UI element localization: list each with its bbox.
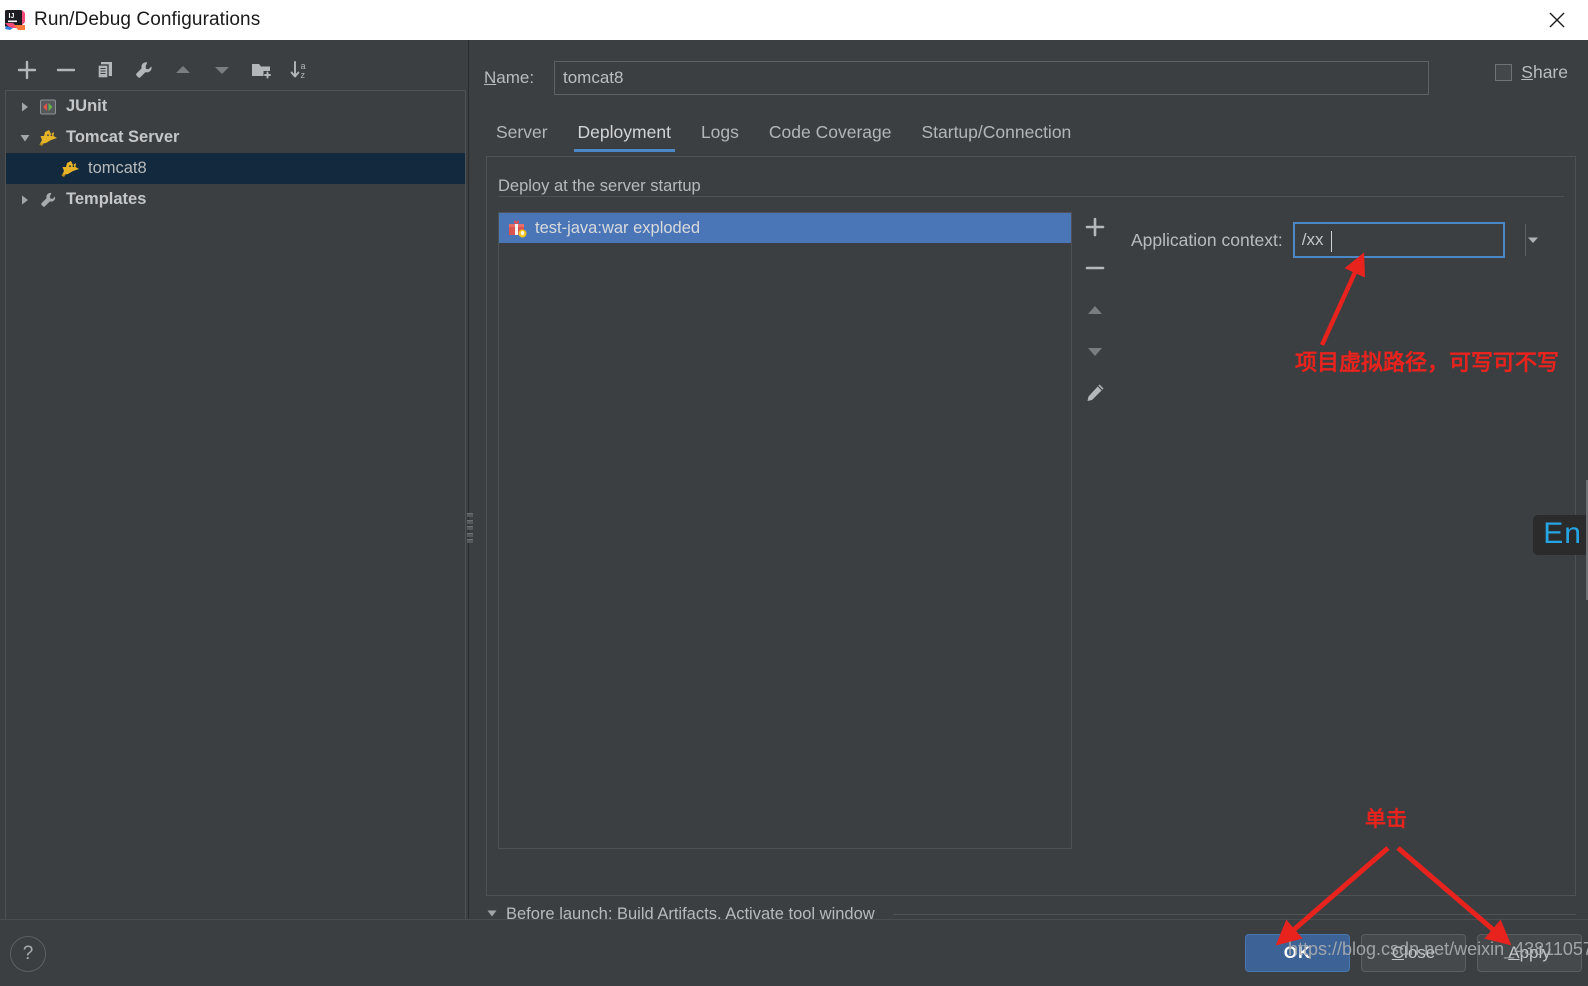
configurations-toolbar: a z bbox=[0, 48, 480, 92]
grip-dot bbox=[467, 526, 473, 530]
tree-item-junit[interactable]: JUnit bbox=[6, 91, 465, 122]
tab-logs[interactable]: Logs bbox=[701, 122, 739, 152]
copy-configuration-button[interactable] bbox=[88, 53, 122, 87]
sort-az-icon[interactable]: a z bbox=[283, 53, 317, 87]
configuration-tabs[interactable]: Server Deployment Logs Code Coverage Sta… bbox=[474, 112, 1588, 152]
tab-server[interactable]: Server bbox=[496, 122, 548, 152]
artifact-gift-icon bbox=[507, 218, 527, 238]
move-down-button[interactable] bbox=[205, 53, 239, 87]
artifact-list-buttons[interactable] bbox=[1075, 210, 1115, 410]
tree-item-tomcat8[interactable]: tomcat8 bbox=[6, 153, 465, 184]
name-label-rest: ame: bbox=[496, 68, 535, 87]
chevron-right-icon[interactable] bbox=[14, 91, 36, 122]
ok-button[interactable]: OK bbox=[1245, 934, 1350, 972]
apply-mnemonic: A bbox=[1508, 943, 1520, 962]
splitter-line bbox=[468, 40, 469, 920]
panel-splitter[interactable] bbox=[466, 40, 474, 920]
tab-startup-connection[interactable]: Startup/Connection bbox=[921, 122, 1071, 152]
tree-item-tomcat-server[interactable]: Tomcat Server bbox=[6, 122, 465, 153]
tab-code-coverage[interactable]: Code Coverage bbox=[769, 122, 892, 152]
move-artifact-down-button[interactable] bbox=[1078, 335, 1112, 369]
dialog-footer: ? OK Close Apply bbox=[0, 919, 1588, 986]
text-caret bbox=[1330, 231, 1332, 252]
add-configuration-button[interactable] bbox=[10, 53, 44, 87]
tomcat-icon bbox=[36, 128, 60, 148]
move-up-button[interactable] bbox=[166, 53, 200, 87]
ime-indicator: En bbox=[1533, 515, 1588, 555]
add-artifact-button[interactable] bbox=[1078, 210, 1112, 244]
wrench-icon bbox=[36, 190, 60, 210]
create-folder-button[interactable] bbox=[244, 53, 278, 87]
tree-item-label: tomcat8 bbox=[88, 159, 147, 177]
grip-dot bbox=[467, 532, 473, 537]
grip-dot bbox=[467, 513, 473, 517]
name-input[interactable] bbox=[554, 61, 1429, 95]
edit-defaults-wrench-icon[interactable] bbox=[127, 53, 161, 87]
junit-icon bbox=[36, 97, 60, 117]
chevron-down-icon[interactable] bbox=[14, 122, 36, 153]
move-artifact-up-button[interactable] bbox=[1078, 293, 1112, 327]
list-item[interactable]: test-java:war exploded bbox=[499, 213, 1071, 243]
grip-dot bbox=[467, 539, 473, 543]
configurations-tree[interactable]: JUnit Tomcat Server tomcat8 Templates bbox=[5, 90, 466, 950]
share-checkbox[interactable] bbox=[1495, 64, 1513, 81]
intellij-idea-icon: IJ bbox=[4, 9, 26, 31]
tree-item-templates[interactable]: Templates bbox=[6, 184, 465, 215]
svg-text:z: z bbox=[301, 70, 306, 80]
chevron-down-icon[interactable] bbox=[1524, 224, 1540, 256]
application-context-label: Application context: bbox=[1131, 229, 1283, 250]
share-mnemonic: S bbox=[1521, 62, 1533, 82]
apply-label-rest: pply bbox=[1519, 943, 1551, 962]
share-label: Share bbox=[1521, 62, 1568, 83]
title-bar: IJ Run/Debug Configurations bbox=[0, 0, 1588, 40]
edit-artifact-pencil-icon[interactable] bbox=[1078, 376, 1112, 410]
tree-item-label: JUnit bbox=[66, 97, 108, 115]
deploy-group-separator bbox=[498, 196, 1564, 197]
configurations-panel: a z JUnit Tomcat Server tomcat8 Template… bbox=[0, 40, 470, 950]
tab-deployment[interactable]: Deployment bbox=[573, 122, 676, 152]
run-debug-configurations-dialog: IJ Run/Debug Configurations a z JUnit To… bbox=[0, 0, 1588, 986]
apply-button[interactable]: Apply bbox=[1477, 934, 1582, 972]
share-label-rest: hare bbox=[1532, 62, 1568, 82]
svg-text:IJ: IJ bbox=[9, 13, 15, 20]
tomcat-icon bbox=[58, 159, 82, 179]
dialog-buttons: OK Close Apply bbox=[1245, 934, 1582, 972]
chevron-right-icon[interactable] bbox=[14, 184, 36, 215]
annotation-click: 单击 bbox=[1365, 808, 1407, 831]
name-row: Name: bbox=[474, 58, 1588, 98]
before-launch-separator bbox=[892, 914, 1576, 915]
splitter-grip[interactable] bbox=[467, 513, 474, 543]
grip-dot bbox=[467, 519, 473, 524]
close-mnemonic: C bbox=[1391, 943, 1405, 962]
close-button[interactable]: Close bbox=[1361, 934, 1466, 972]
application-context-combobox[interactable] bbox=[1292, 222, 1538, 258]
window-title: Run/Debug Configurations bbox=[34, 9, 261, 30]
remove-configuration-button[interactable] bbox=[49, 53, 83, 87]
name-label: Name: bbox=[474, 68, 554, 88]
help-button[interactable]: ? bbox=[10, 936, 46, 972]
close-window-button[interactable] bbox=[1540, 6, 1574, 34]
deploy-artifacts-list[interactable]: test-java:war exploded bbox=[498, 212, 1072, 849]
deploy-group-title: Deploy at the server startup bbox=[498, 177, 711, 196]
list-item-label: test-java:war exploded bbox=[535, 218, 701, 237]
tree-item-label: Tomcat Server bbox=[66, 128, 180, 146]
name-mnemonic: N bbox=[484, 68, 497, 87]
tree-item-label: Templates bbox=[66, 190, 147, 208]
annotation-application-context: 项目虚拟路径，可写可不写 bbox=[1295, 350, 1560, 375]
application-context-input[interactable] bbox=[1294, 223, 1525, 257]
share-checkbox-group[interactable]: Share bbox=[1495, 62, 1568, 83]
close-label-rest: lose bbox=[1404, 943, 1436, 962]
remove-artifact-button[interactable] bbox=[1078, 252, 1112, 286]
application-context-row: Application context: bbox=[1131, 222, 1538, 258]
